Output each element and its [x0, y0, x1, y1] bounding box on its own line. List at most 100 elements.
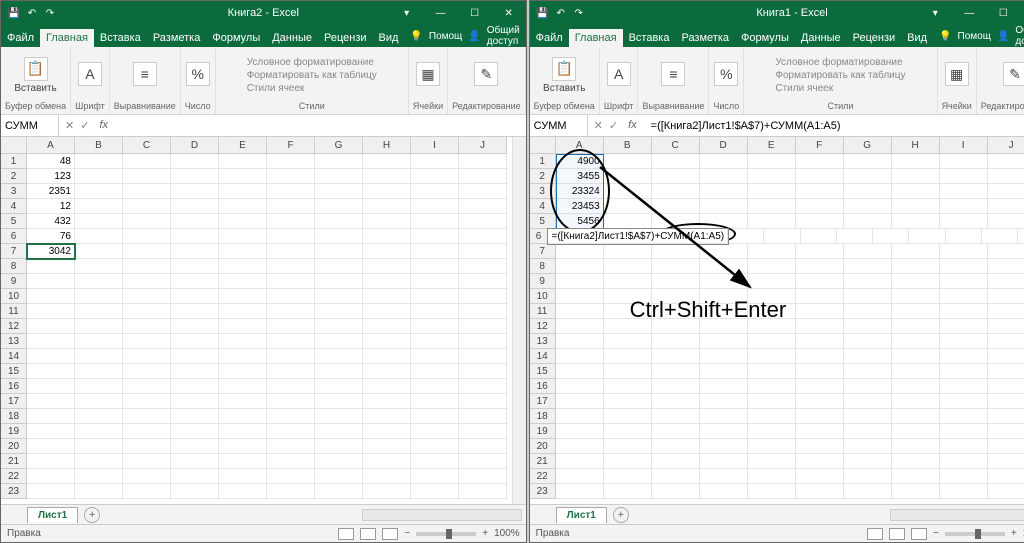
cell-C6[interactable]: [764, 229, 800, 244]
cell-C21[interactable]: [652, 454, 700, 469]
cell-J17[interactable]: [459, 394, 507, 409]
cell-J5[interactable]: [459, 214, 507, 229]
cell-F6[interactable]: [873, 229, 909, 244]
maximize-icon[interactable]: ☐: [986, 1, 1020, 25]
cell-G20[interactable]: [844, 439, 892, 454]
cell-F4[interactable]: [267, 199, 315, 214]
column-header[interactable]: B: [604, 137, 652, 154]
row-header[interactable]: 6: [1, 229, 27, 244]
cell-C7[interactable]: [652, 244, 700, 259]
cell-A12[interactable]: [556, 319, 604, 334]
cell-C18[interactable]: [652, 409, 700, 424]
cell-H2[interactable]: [363, 169, 411, 184]
cell-J7[interactable]: [459, 244, 507, 259]
cell-C18[interactable]: [123, 409, 171, 424]
cell-D6[interactable]: [171, 229, 219, 244]
cell-J6[interactable]: [459, 229, 507, 244]
cell-G8[interactable]: [315, 259, 363, 274]
ribbon-options-icon[interactable]: ▾: [390, 1, 424, 25]
cell-G15[interactable]: [844, 364, 892, 379]
cell-C21[interactable]: [123, 454, 171, 469]
cell-A10[interactable]: [556, 289, 604, 304]
row-header[interactable]: 17: [530, 394, 556, 409]
worksheet-grid[interactable]: ABCDEFGHIJ148212332351412543267673042891…: [1, 137, 526, 504]
cell-E18[interactable]: [219, 409, 267, 424]
cell-I15[interactable]: [411, 364, 459, 379]
cell-G16[interactable]: [315, 379, 363, 394]
cell-I12[interactable]: [940, 319, 988, 334]
cell-E16[interactable]: [219, 379, 267, 394]
cell-B18[interactable]: [75, 409, 123, 424]
cell-C16[interactable]: [652, 379, 700, 394]
cell-E14[interactable]: [748, 349, 796, 364]
cell-E8[interactable]: [219, 259, 267, 274]
cells-group[interactable]: ▦: [945, 62, 969, 88]
cell-G17[interactable]: [315, 394, 363, 409]
cell-B3[interactable]: [604, 184, 652, 199]
cell-G5[interactable]: [844, 214, 892, 229]
cell-E9[interactable]: [219, 274, 267, 289]
cell-E22[interactable]: [748, 469, 796, 484]
cell-B19[interactable]: [75, 424, 123, 439]
cell-F9[interactable]: [796, 274, 844, 289]
tab-review[interactable]: Рецензи: [847, 29, 902, 47]
cell-F20[interactable]: [796, 439, 844, 454]
cell-J2[interactable]: [459, 169, 507, 184]
tab-home[interactable]: Главная: [40, 29, 94, 47]
cell-H16[interactable]: [363, 379, 411, 394]
cell-E23[interactable]: [219, 484, 267, 499]
cell-J3[interactable]: [988, 184, 1024, 199]
row-header[interactable]: 23: [1, 484, 27, 499]
align-group[interactable]: ≡: [133, 62, 157, 88]
cell-G9[interactable]: [844, 274, 892, 289]
cell-F21[interactable]: [796, 454, 844, 469]
cell-C16[interactable]: [123, 379, 171, 394]
cell-A12[interactable]: [27, 319, 75, 334]
page-layout-view-icon[interactable]: [889, 528, 905, 540]
cell-I15[interactable]: [940, 364, 988, 379]
cell-F12[interactable]: [267, 319, 315, 334]
cell-A14[interactable]: [27, 349, 75, 364]
cell-A23[interactable]: [27, 484, 75, 499]
cell-A6[interactable]: =([Книга2]Лист1!$A$7)+СУММ(A1:A5): [548, 229, 728, 244]
cell-C19[interactable]: [652, 424, 700, 439]
tab-layout[interactable]: Разметка: [147, 29, 207, 47]
cell-F17[interactable]: [796, 394, 844, 409]
zoom-slider[interactable]: [416, 532, 476, 536]
cell-A17[interactable]: [556, 394, 604, 409]
cell-F13[interactable]: [796, 334, 844, 349]
cell-D13[interactable]: [171, 334, 219, 349]
row-header[interactable]: 21: [1, 454, 27, 469]
cell-G23[interactable]: [844, 484, 892, 499]
cell-styles[interactable]: Стили ячеек: [775, 82, 905, 95]
column-header[interactable]: E: [748, 137, 796, 154]
cell-A20[interactable]: [556, 439, 604, 454]
column-header[interactable]: C: [123, 137, 171, 154]
cell-G7[interactable]: [315, 244, 363, 259]
cell-D19[interactable]: [700, 424, 748, 439]
cell-I5[interactable]: [940, 214, 988, 229]
cell-F2[interactable]: [796, 169, 844, 184]
cell-F1[interactable]: [796, 154, 844, 169]
cell-H17[interactable]: [892, 394, 940, 409]
row-header[interactable]: 12: [1, 319, 27, 334]
cell-G2[interactable]: [844, 169, 892, 184]
save-icon[interactable]: 💾: [7, 6, 21, 20]
cell-G4[interactable]: [315, 199, 363, 214]
cell-C2[interactable]: [652, 169, 700, 184]
cell-G11[interactable]: [844, 304, 892, 319]
cell-B5[interactable]: [604, 214, 652, 229]
cell-A7[interactable]: [556, 244, 604, 259]
cell-E6[interactable]: [837, 229, 873, 244]
cell-I19[interactable]: [940, 424, 988, 439]
cell-I17[interactable]: [940, 394, 988, 409]
row-header[interactable]: 18: [530, 409, 556, 424]
cell-A18[interactable]: [27, 409, 75, 424]
page-break-view-icon[interactable]: [382, 528, 398, 540]
cell-H9[interactable]: [363, 274, 411, 289]
row-header[interactable]: 15: [1, 364, 27, 379]
cell-J15[interactable]: [988, 364, 1024, 379]
cell-A21[interactable]: [556, 454, 604, 469]
cell-H4[interactable]: [892, 199, 940, 214]
cell-I23[interactable]: [940, 484, 988, 499]
